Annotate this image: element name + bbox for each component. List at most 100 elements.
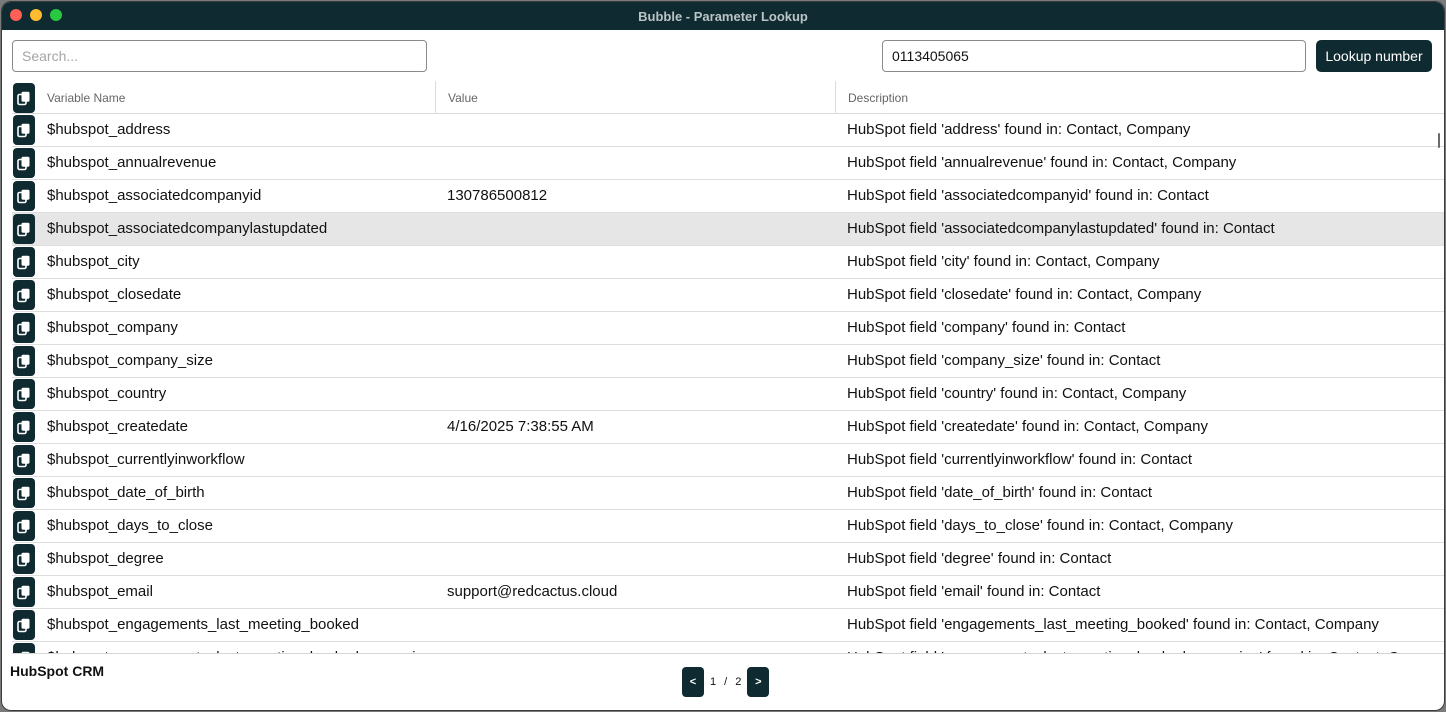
copy-variable-button[interactable] <box>13 610 35 640</box>
description-cell: HubSpot field 'associatedcompanyid' foun… <box>847 187 1209 204</box>
description-cell: HubSpot field 'company_size' found in: C… <box>847 352 1161 369</box>
copy-icon <box>17 585 30 599</box>
next-page-button[interactable]: > <box>747 667 770 697</box>
copy-icon <box>17 189 30 203</box>
lookup-number-button[interactable]: Lookup number <box>1316 40 1432 72</box>
table-row[interactable]: $hubspot_date_of_birth HubSpot field 'dat… <box>12 477 1444 510</box>
table-row[interactable]: $hubspot_engagements_last_meeting_booked… <box>12 609 1444 642</box>
current-page: 1 <box>710 676 717 688</box>
copy-icon <box>17 519 30 533</box>
close-window-button[interactable] <box>10 9 22 21</box>
copy-variable-button[interactable] <box>13 181 35 211</box>
variable-name-cell: $hubspot_company_size <box>47 352 213 369</box>
copy-variable-button[interactable] <box>13 577 35 607</box>
table-row[interactable]: $hubspot_company HubSpot field 'company' … <box>12 312 1444 345</box>
copy-variable-button[interactable] <box>13 115 35 145</box>
copy-variable-button[interactable] <box>13 247 35 277</box>
description-cell: HubSpot field 'engagements_last_meeting_… <box>847 616 1379 633</box>
variable-name-cell: $hubspot_country <box>47 385 167 402</box>
table-row[interactable]: $hubspot_days_to_close HubSpot field 'day… <box>12 510 1444 543</box>
copy-variable-button[interactable] <box>13 313 35 343</box>
copy-icon <box>17 486 30 500</box>
table-row[interactable]: $hubspot_degree HubSpot field 'degree' fo… <box>12 543 1444 576</box>
variable-name-cell: $hubspot_company <box>47 319 178 336</box>
maximize-window-button[interactable] <box>50 9 62 21</box>
table-row[interactable]: $hubspot_closedate HubSpot field 'closeda… <box>12 279 1444 312</box>
copy-icon <box>17 123 30 137</box>
copy-variable-button[interactable] <box>13 214 35 244</box>
table-row[interactable]: $hubspot_associatedcompanyid 130786500812… <box>12 180 1444 213</box>
copy-variable-button[interactable] <box>13 148 35 178</box>
table-row[interactable]: $hubspot_country HubSpot field 'country' … <box>12 378 1444 411</box>
variable-name-cell: $hubspot_associatedcompanylastupdated <box>47 220 328 237</box>
table-row[interactable]: $hubspot_currentlyinworkflow HubSpot fiel… <box>12 444 1444 477</box>
variable-name-cell: $hubspot_closedate <box>47 286 182 303</box>
table-body: $hubspot_address HubSpot field 'address' … <box>12 114 1444 653</box>
scrollbar-thumb[interactable] <box>1438 133 1440 148</box>
copy-icon <box>17 618 30 632</box>
description-cell: HubSpot field 'days_to_close' found in: … <box>847 517 1233 534</box>
variable-name-cell: $hubspot_engagements_last_meeting_booked… <box>47 642 432 653</box>
copy-variable-button[interactable] <box>13 511 35 541</box>
title-bar: Bubble - Parameter Lookup <box>2 2 1444 30</box>
copy-icon <box>21 651 30 653</box>
minimize-window-button[interactable] <box>30 9 42 21</box>
variable-name-cell: $hubspot_email <box>47 583 153 600</box>
prev-page-button[interactable]: < <box>682 667 704 697</box>
description-cell: HubSpot field 'address' found in: Contac… <box>847 121 1191 138</box>
description-cell: HubSpot field 'country' found in: Contac… <box>847 385 1187 402</box>
description-cell: HubSpot field 'createdate' found in: Con… <box>847 418 1208 435</box>
copy-variable-button[interactable] <box>13 643 35 653</box>
description-cell: HubSpot field 'degree' found in: Contact <box>847 550 1112 567</box>
table-row[interactable]: $hubspot_engagements_last_meeting_booked… <box>12 642 1444 653</box>
table-row[interactable]: $hubspot_associatedcompanylastupdated Hub… <box>12 213 1444 246</box>
header-variable-name: Variable Name <box>47 91 126 105</box>
description-cell: HubSpot field 'annualrevenue' found in: … <box>847 154 1237 171</box>
copy-icon <box>17 321 30 335</box>
variable-name-cell: $hubspot_currentlyinworkflow <box>47 451 245 468</box>
copy-variable-button[interactable] <box>13 412 35 442</box>
parameter-table: Variable Name Value Description $hubspot… <box>12 81 1444 654</box>
description-cell: HubSpot field 'company' found in: Contac… <box>847 319 1126 336</box>
copy-variable-button[interactable] <box>13 445 35 475</box>
app-window: Bubble - Parameter Lookup Lookup number … <box>2 2 1444 710</box>
variable-name-cell: $hubspot_createdate <box>47 418 188 435</box>
variable-name-cell: $hubspot_date_of_birth <box>47 484 205 501</box>
copy-variable-button[interactable] <box>13 379 35 409</box>
search-input[interactable] <box>12 40 427 72</box>
variable-name-cell: $hubspot_degree <box>47 550 164 567</box>
copy-icon <box>17 354 30 368</box>
description-cell: HubSpot field 'engagements_last_meeting_… <box>847 642 1444 653</box>
table-row[interactable]: $hubspot_city HubSpot field 'city' found … <box>12 246 1444 279</box>
description-cell: HubSpot field 'date_of_birth' found in: … <box>847 484 1153 501</box>
table-row[interactable]: $hubspot_annualrevenue HubSpot field 'ann… <box>12 147 1444 180</box>
table-header: Variable Name Value Description <box>12 81 1444 114</box>
copy-all-button[interactable] <box>13 83 35 113</box>
description-cell: HubSpot field 'city' found in: Contact, … <box>847 253 1160 270</box>
integration-label: HubSpot CRM <box>10 663 105 679</box>
header-value: Value <box>435 81 835 114</box>
header-description: Description <box>835 81 1435 114</box>
value-cell: support@redcactus.cloud <box>447 583 618 600</box>
copy-variable-button[interactable] <box>13 280 35 310</box>
copy-icon <box>17 91 30 105</box>
copy-icon <box>17 420 30 434</box>
table-row[interactable]: $hubspot_address HubSpot field 'address' … <box>12 114 1444 147</box>
value-cell: 130786500812 <box>447 187 548 204</box>
copy-icon <box>17 453 30 467</box>
variable-name-cell: $hubspot_days_to_close <box>47 517 213 534</box>
lookup-number-input[interactable] <box>882 40 1306 72</box>
copy-variable-button[interactable] <box>13 544 35 574</box>
copy-variable-button[interactable] <box>13 478 35 508</box>
copy-icon <box>17 255 30 269</box>
variable-name-cell: $hubspot_address <box>47 121 171 138</box>
table-row[interactable]: $hubspot_email support@redcactus.cloud Hub… <box>12 576 1444 609</box>
copy-icon <box>17 288 30 302</box>
copy-icon <box>17 222 30 236</box>
description-cell: HubSpot field 'currentlyinworkflow' foun… <box>847 451 1193 468</box>
variable-name-cell: $hubspot_associatedcompanyid <box>47 187 262 204</box>
copy-variable-button[interactable] <box>13 346 35 376</box>
table-row[interactable]: $hubspot_createdate 4/16/2025 7:38:55 AM H… <box>12 411 1444 444</box>
table-row[interactable]: $hubspot_company_size HubSpot field 'comp… <box>12 345 1444 378</box>
description-cell: HubSpot field 'email' found in: Contact <box>847 583 1101 600</box>
